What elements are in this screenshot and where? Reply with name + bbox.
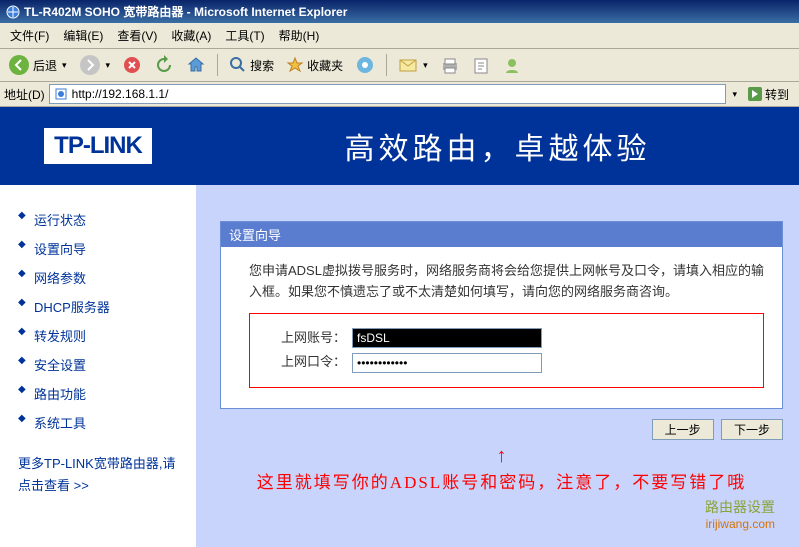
wizard-panel: 设置向导 您申请ADSL虚拟拨号服务时，网络服务商将会给您提供上网帐号及口令，请…: [220, 221, 783, 409]
sidebar-item-network[interactable]: 网络参数: [18, 263, 178, 292]
annotation-text: 这里就填写你的ADSL账号和密码，注意了，不要写错了哦: [220, 468, 783, 493]
prev-button[interactable]: 上一步: [652, 419, 714, 440]
watermark-line2: irijiwang.com: [220, 517, 775, 531]
back-button[interactable]: 后退 ▾: [4, 52, 71, 78]
search-label: 搜索: [250, 57, 274, 74]
menu-tools[interactable]: 工具(T): [219, 25, 270, 46]
page-main: 运行状态 设置向导 网络参数 DHCP服务器 转发规则 安全设置 路由功能 系统…: [0, 185, 799, 547]
media-button[interactable]: [351, 53, 379, 77]
annotation-arrow: ↑: [220, 446, 783, 466]
mail-icon: [398, 56, 418, 74]
goto-label: 转到: [765, 86, 789, 103]
sidebar-item-wizard[interactable]: 设置向导: [18, 234, 178, 263]
toolbar-separator: [386, 54, 387, 76]
menu-favorites[interactable]: 收藏(A): [165, 25, 217, 46]
sidebar-list: 运行状态 设置向导 网络参数 DHCP服务器 转发规则 安全设置 路由功能 系统…: [18, 205, 178, 437]
goto-icon: [747, 86, 763, 102]
chevron-down-icon: ▾: [423, 60, 428, 71]
menu-view[interactable]: 查看(V): [111, 25, 163, 46]
chevron-down-icon[interactable]: ▾: [732, 89, 737, 100]
slogan: 高效路由，卓越体验: [196, 107, 799, 185]
sidebar-item-security[interactable]: 安全设置: [18, 350, 178, 379]
refresh-icon: [154, 55, 174, 75]
logo-text: TP-LINK: [54, 132, 142, 160]
favorites-button[interactable]: 收藏夹: [282, 54, 347, 76]
window-titlebar: TL-R402M SOHO 宽带路由器 - Microsoft Internet…: [0, 0, 799, 23]
print-button[interactable]: [436, 54, 464, 76]
refresh-button[interactable]: [150, 53, 178, 77]
address-url: http://192.168.1.1/: [72, 87, 169, 101]
sidebar-item-forward[interactable]: 转发规则: [18, 321, 178, 350]
stop-icon: [122, 55, 142, 75]
menu-help[interactable]: 帮助(H): [273, 25, 326, 46]
menubar: 文件(F) 编辑(E) 查看(V) 收藏(A) 工具(T) 帮助(H): [0, 23, 799, 49]
stop-button[interactable]: [118, 53, 146, 77]
account-row: 上网账号：: [266, 328, 747, 349]
password-input[interactable]: [352, 353, 542, 373]
sidebar: 运行状态 设置向导 网络参数 DHCP服务器 转发规则 安全设置 路由功能 系统…: [0, 185, 196, 547]
chevron-down-icon: ▾: [62, 60, 67, 71]
back-label: 后退: [33, 57, 57, 74]
goto-button[interactable]: 转到: [741, 86, 795, 103]
credentials-form: 上网账号： 上网口令：: [249, 313, 764, 389]
favorites-label: 收藏夹: [307, 57, 343, 74]
ie-icon: [6, 4, 20, 19]
home-icon: [186, 55, 206, 75]
panel-description: 您申请ADSL虚拟拨号服务时，网络服务商将会给您提供上网帐号及口令，请填入相应的…: [249, 261, 764, 303]
panel-title: 设置向导: [221, 222, 782, 247]
forward-icon: [79, 54, 101, 76]
messenger-icon: [502, 55, 522, 75]
page-icon: [54, 87, 68, 102]
toolbar-separator: [217, 54, 218, 76]
chevron-down-icon: ▾: [106, 60, 111, 71]
logo-box: TP-LINK: [44, 128, 152, 164]
sidebar-more-link[interactable]: 更多TP-LINK宽带路由器,请点击查看 >>: [18, 453, 178, 497]
toolbar: 后退 ▾ ▾ 搜索 收藏夹 ▾: [0, 49, 799, 82]
account-label: 上网账号：: [266, 328, 346, 349]
media-icon: [355, 55, 375, 75]
watermark-line1: 路由器设置: [220, 497, 775, 517]
sidebar-item-system[interactable]: 系统工具: [18, 408, 178, 437]
panel-body: 您申请ADSL虚拟拨号服务时，网络服务商将会给您提供上网帐号及口令，请填入相应的…: [221, 247, 782, 408]
password-label: 上网口令：: [266, 352, 346, 373]
addressbar: 地址(D) http://192.168.1.1/ ▾ 转到: [0, 82, 799, 107]
print-icon: [440, 56, 460, 74]
mail-button[interactable]: ▾: [394, 54, 432, 76]
edit-icon: [472, 56, 490, 74]
window-title: TL-R402M SOHO 宽带路由器 - Microsoft Internet…: [24, 3, 347, 20]
address-input[interactable]: http://192.168.1.1/: [49, 84, 727, 104]
messenger-button[interactable]: [498, 53, 526, 77]
button-row: 上一步 下一步: [220, 419, 783, 440]
back-icon: [8, 54, 30, 76]
home-button[interactable]: [182, 53, 210, 77]
sidebar-item-status[interactable]: 运行状态: [18, 205, 178, 234]
sidebar-item-dhcp[interactable]: DHCP服务器: [18, 292, 178, 321]
forward-button[interactable]: ▾: [75, 52, 115, 78]
sidebar-item-routing[interactable]: 路由功能: [18, 379, 178, 408]
search-icon: [229, 56, 247, 74]
password-row: 上网口令：: [266, 352, 747, 373]
menu-edit[interactable]: 编辑(E): [57, 25, 109, 46]
menu-file[interactable]: 文件(F): [4, 25, 55, 46]
address-label: 地址(D): [4, 86, 45, 103]
next-button[interactable]: 下一步: [721, 419, 783, 440]
router-header: TP-LINK 高效路由，卓越体验: [0, 107, 799, 185]
watermark: 路由器设置 irijiwang.com: [220, 497, 783, 531]
content-area: 设置向导 您申请ADSL虚拟拨号服务时，网络服务商将会给您提供上网帐号及口令，请…: [196, 185, 799, 547]
logo-cell: TP-LINK: [0, 107, 196, 185]
search-button[interactable]: 搜索: [225, 54, 278, 76]
star-icon: [286, 56, 304, 74]
account-input[interactable]: [352, 328, 542, 348]
edit-button[interactable]: [468, 54, 494, 76]
